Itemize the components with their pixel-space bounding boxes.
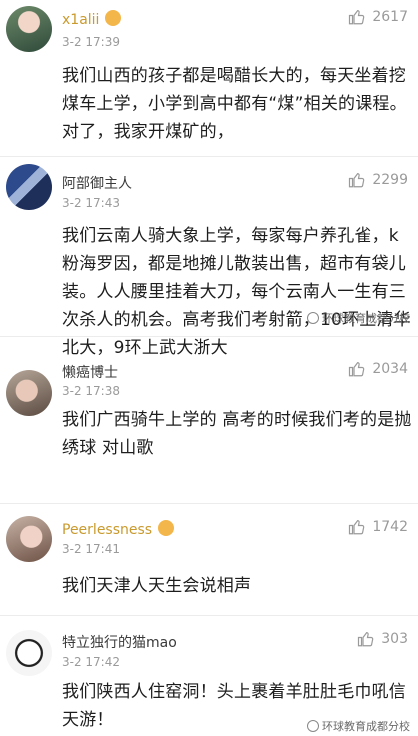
watermark-logo-icon bbox=[307, 720, 319, 732]
comment-text: 我们广西骑牛上学的 高考的时候我们考的是抛绣球 对山歌 bbox=[62, 410, 412, 458]
username[interactable]: 阿部御主人 bbox=[62, 173, 132, 193]
like-count: 2299 bbox=[372, 172, 408, 188]
like-button[interactable]: 303 bbox=[357, 630, 408, 648]
timestamp: 3-2 17:41 bbox=[62, 542, 120, 556]
like-count: 2617 bbox=[372, 9, 408, 25]
divider bbox=[0, 503, 418, 504]
thumbs-up-icon bbox=[349, 520, 365, 535]
avatar[interactable] bbox=[6, 630, 52, 676]
username[interactable]: Peerlessness bbox=[62, 520, 175, 538]
like-button[interactable]: 2034 bbox=[348, 360, 408, 378]
like-button[interactable]: 2299 bbox=[348, 171, 408, 189]
username[interactable]: 懒癌博士 bbox=[62, 362, 118, 382]
like-count: 1742 bbox=[372, 519, 408, 535]
like-button[interactable]: 2617 bbox=[348, 8, 408, 26]
like-button[interactable]: 1742 bbox=[348, 518, 408, 536]
divider bbox=[0, 156, 418, 157]
thumbs-up-icon bbox=[349, 10, 365, 25]
thumbs-up-icon bbox=[349, 173, 365, 188]
divider bbox=[0, 336, 418, 337]
timestamp: 3-2 17:39 bbox=[62, 35, 120, 49]
comment-item: 阿部御主人 3-2 17:43 2299 我们云南人骑大象上学，每家每户养孔雀，… bbox=[0, 160, 418, 358]
watermark: 环球教育成都分校 bbox=[307, 718, 410, 734]
comment-text: 我们天津人天生会说相声 bbox=[62, 576, 252, 596]
username[interactable]: 特立独行的猫mao bbox=[62, 632, 177, 652]
badge-emoji-icon bbox=[105, 10, 122, 26]
comment-text: 我们山西的孩子都是喝醋长大的，每天坐着挖煤车上学，小学到高中都有“煤”相关的课程… bbox=[62, 66, 407, 142]
timestamp: 3-2 17:38 bbox=[62, 384, 120, 398]
comment-text: 我们云南人骑大象上学，每家每户养孔雀，k粉海罗因，都是地摊儿散装出售，超市有袋儿… bbox=[62, 226, 411, 358]
comment-item: Peerlessness 3-2 17:41 1742 我们天津人天生会说相声 bbox=[0, 508, 418, 608]
watermark-logo-icon bbox=[307, 312, 319, 324]
avatar[interactable] bbox=[6, 516, 52, 562]
timestamp: 3-2 17:43 bbox=[62, 196, 120, 210]
watermark: 环球教育成都分校 bbox=[307, 310, 410, 326]
timestamp: 3-2 17:42 bbox=[62, 655, 120, 669]
username[interactable]: x1alii bbox=[62, 10, 122, 28]
like-count: 2034 bbox=[372, 361, 408, 377]
comment-item: x1alii 3-2 17:39 2617 我们山西的孩子都是喝醋长大的，每天坐… bbox=[0, 0, 418, 155]
comment-item: 懒癌博士 3-2 17:38 2034 我们广西骑牛上学的 高考的时候我们考的是… bbox=[0, 342, 418, 500]
avatar[interactable] bbox=[6, 6, 52, 52]
avatar[interactable] bbox=[6, 370, 52, 416]
like-count: 303 bbox=[381, 631, 408, 647]
badge-emoji-icon bbox=[158, 520, 175, 536]
thumbs-up-icon bbox=[358, 632, 374, 647]
divider bbox=[0, 615, 418, 616]
thumbs-up-icon bbox=[349, 362, 365, 377]
avatar[interactable] bbox=[6, 164, 52, 210]
